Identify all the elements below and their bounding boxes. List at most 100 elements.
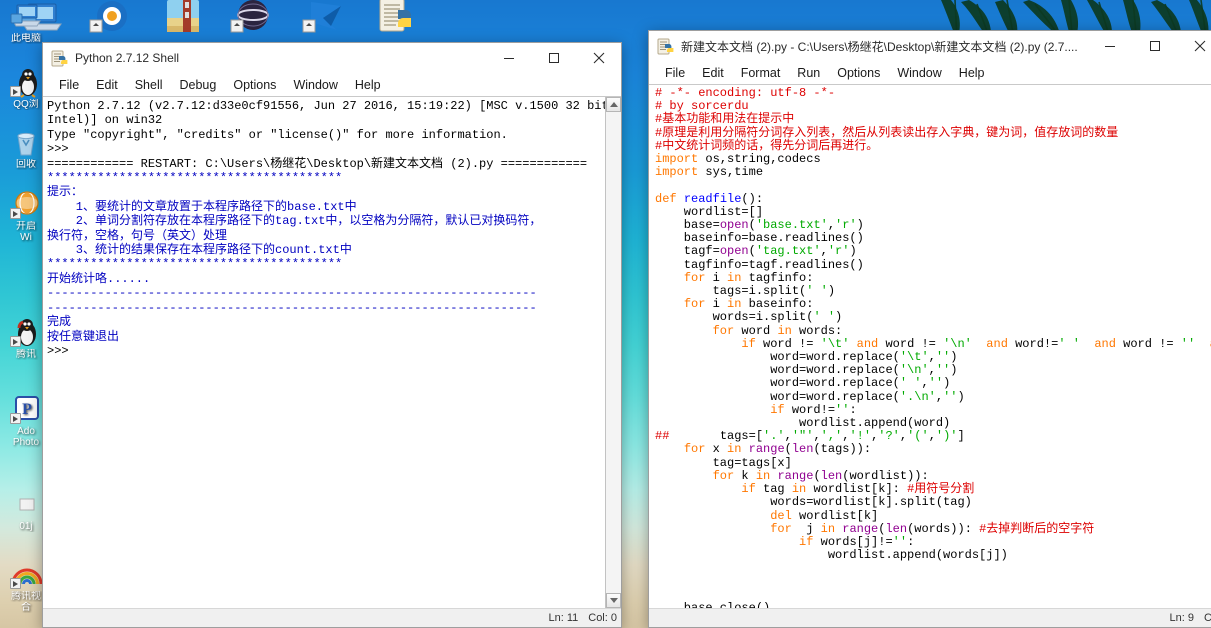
code-token: tag=tags[x]: [655, 455, 792, 470]
code-token: ,: [813, 429, 821, 444]
code-token: ,: [935, 389, 944, 404]
menu-shell[interactable]: Shell: [127, 76, 172, 94]
code-token: ():: [741, 191, 764, 206]
code-token: '\n': [943, 336, 972, 351]
desktop-icon-this-pc-side[interactable]: 此电脑: [2, 2, 50, 44]
shell-output-line: ============ RESTART: C:\Users\杨继花\Deskt…: [47, 156, 588, 171]
code-token: ): [856, 218, 864, 233]
scroll-up-arrow-icon[interactable]: [606, 97, 621, 112]
code-token: len: [820, 468, 843, 483]
code-token: in: [777, 323, 792, 338]
shell-output-line: ****************************************…: [47, 257, 343, 272]
shell-title: Python 2.7.12 Shell: [75, 51, 180, 65]
menu-edit[interactable]: Edit: [88, 76, 127, 94]
editor-title: 新建文本文档 (2).py - C:\Users\杨继花\Desktop\新建文…: [681, 39, 1078, 54]
shell-menubar[interactable]: File Edit Shell Debug Options Window Hel…: [43, 73, 621, 96]
menu-options[interactable]: Options: [829, 64, 889, 82]
code-token: for: [712, 323, 735, 338]
menu-options[interactable]: Options: [225, 76, 285, 94]
menu-window[interactable]: Window: [889, 64, 950, 82]
code-token: if: [799, 534, 814, 549]
menu-run[interactable]: Run: [789, 64, 829, 82]
code-token: (: [748, 218, 756, 233]
code-token: in: [727, 270, 742, 285]
code-token: 'r': [827, 244, 850, 259]
desktop-icon-python-idle[interactable]: [368, 0, 424, 36]
code-token: #基本功能和用法在提示中: [655, 112, 795, 127]
code-token: j: [791, 521, 821, 536]
editor-menubar[interactable]: File Edit Format Run Options Window Help: [649, 61, 1211, 84]
minimize-icon[interactable]: [1087, 31, 1132, 61]
code-token: ',': [820, 429, 843, 444]
code-token: ,: [784, 429, 792, 444]
menu-window[interactable]: Window: [285, 76, 346, 94]
code-token: wordlist.append(word): [655, 416, 951, 431]
menu-file[interactable]: File: [51, 76, 88, 94]
penguin-icon: [10, 68, 42, 98]
code-token: '': [928, 376, 944, 391]
code-token: wordlist.append(words[j]): [655, 548, 1008, 563]
maximize-icon[interactable]: [1132, 31, 1177, 61]
code-token: '': [935, 363, 951, 378]
python-idle-icon: [51, 50, 68, 67]
code-token: ): [943, 376, 951, 391]
close-icon[interactable]: [1177, 31, 1211, 61]
desktop-icon-app-dark[interactable]: [225, 0, 281, 36]
rainbow-icon: [10, 560, 43, 590]
code-token: tags=i.split(: [655, 284, 807, 299]
menu-debug[interactable]: Debug: [172, 76, 226, 94]
desktop-icon-qq-browser[interactable]: [84, 0, 140, 36]
code-token: word !=: [878, 336, 944, 351]
computer-icon: [10, 2, 42, 32]
shell-titlebar[interactable]: Python 2.7.12 Shell: [43, 43, 621, 73]
shell-output-line: ----------------------------------------…: [47, 286, 537, 301]
menu-edit[interactable]: Edit: [694, 64, 733, 82]
shell-output-text[interactable]: Python 2.7.12 (v2.7.12:d33e0cf91556, Jun…: [43, 97, 605, 608]
code-token: #原理是利用分隔符分词存入列表，然后从列表读出存入字典，键为词，值存放词的数量: [655, 125, 1119, 140]
editor-window-controls[interactable]: [1087, 31, 1211, 61]
editor-status-col: Co: [1204, 612, 1211, 624]
menu-help[interactable]: Help: [951, 64, 994, 82]
editor-code-area[interactable]: # -*- encoding: utf-8 -*- # by sorcerdu #基…: [649, 84, 1211, 608]
shell-vertical-scrollbar[interactable]: [605, 97, 621, 608]
menu-format[interactable]: Format: [733, 64, 790, 82]
desktop: 此电脑 QQ浏 回收 开启 Wi 腾讯 P Ado Photo 01j 腾讯视 …: [0, 0, 1211, 628]
code-token: (: [813, 468, 821, 483]
shell-window-controls[interactable]: [486, 43, 621, 73]
menu-help[interactable]: Help: [347, 76, 390, 94]
code-token: ,: [820, 244, 828, 259]
editor-status-line: Ln: 9: [1169, 612, 1194, 624]
close-icon[interactable]: [576, 43, 621, 73]
scroll-down-arrow-icon[interactable]: [606, 593, 621, 608]
python-shell-window[interactable]: Python 2.7.12 Shell File Edit Shell Debu…: [42, 42, 622, 628]
editor-titlebar[interactable]: 新建文本文档 (2).py - C:\Users\杨继花\Desktop\新建文…: [649, 31, 1211, 61]
code-token: '': [1180, 336, 1196, 351]
penguin-icon: [10, 318, 42, 348]
shell-output-line: 按任意键退出: [47, 329, 120, 344]
idle-editor-window[interactable]: 新建文本文档 (2).py - C:\Users\杨继花\Desktop\新建文…: [648, 30, 1211, 628]
desktop-icon-winrar[interactable]: [155, 0, 211, 36]
code-token: in: [727, 442, 742, 457]
code-token: # -*- encoding: utf-8 -*-: [655, 86, 836, 100]
shell-body[interactable]: Python 2.7.12 (v2.7.12:d33e0cf91556, Jun…: [43, 96, 621, 608]
maximize-icon[interactable]: [531, 43, 576, 73]
code-token: del: [770, 508, 792, 523]
desktop-icon-foxmail[interactable]: [297, 0, 353, 36]
shell-output-line: 换行符，空格，句号（英文）处理: [47, 228, 228, 243]
scroll-track[interactable]: [606, 112, 621, 593]
code-token: x: [705, 442, 728, 457]
code-token: ): [950, 363, 958, 378]
minimize-icon[interactable]: [486, 43, 531, 73]
menu-file[interactable]: File: [657, 64, 694, 82]
code-token: ' ': [806, 284, 828, 299]
code-token: '': [835, 402, 850, 417]
shell-output-line: 3、统计的结果保存在本程序路径下的count.txt中: [47, 243, 352, 258]
code-token: ,: [928, 363, 936, 378]
